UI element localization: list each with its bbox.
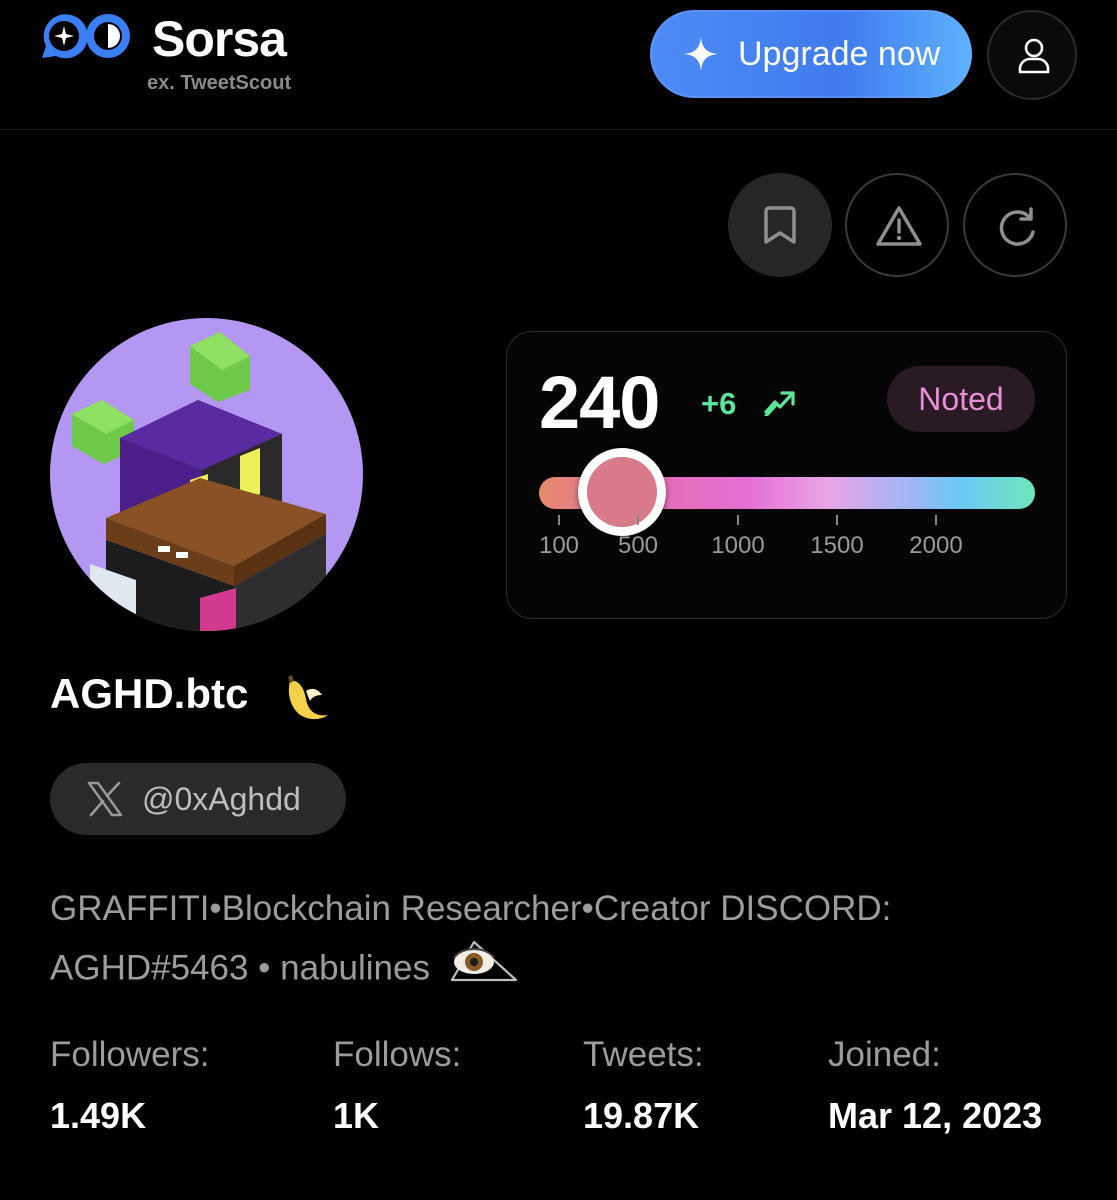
upgrade-button-label: Upgrade now [738,35,941,73]
slider-tick [836,515,838,525]
slider-tick-label: 1500 [810,532,864,559]
stat-follows: Follows: 1K [333,1035,461,1137]
user-account-button[interactable] [987,10,1077,100]
slider-tick [935,515,937,525]
stat-followers: Followers: 1.49K [50,1035,209,1137]
upgrade-button[interactable]: Upgrade now [650,10,972,98]
score-value: 240 [539,361,660,444]
stat-label: Joined: [828,1035,941,1074]
stat-value: Mar 12, 2023 [828,1095,1043,1136]
banana-icon [282,671,334,728]
avatar [50,318,363,631]
twitter-handle: @0xAghdd [142,781,301,817]
profile-bio: GRAFFITI•Blockchain Researcher•Creator D… [50,880,1050,1002]
stat-label: Followers: [50,1035,210,1074]
stat-value: 1K [333,1095,380,1136]
sparkle-icon [683,36,719,72]
refresh-icon [999,207,1035,246]
report-button[interactable] [845,173,949,277]
warning-icon [876,206,922,246]
stat-value: 1.49K [50,1095,147,1136]
x-logo-icon [87,781,123,817]
slider-tick-label: 1000 [711,532,765,559]
bookmark-icon [764,206,796,244]
sorsa-logo-icon[interactable] [38,12,132,62]
bookmark-button[interactable] [728,173,832,277]
score-delta: +6 [701,386,737,421]
slider-tick [737,515,739,525]
stat-label: Follows: [333,1035,462,1074]
stat-joined: Joined: Mar 12, 2023 [828,1035,1042,1137]
brand-subtitle: ex. TweetScout [147,72,292,94]
stat-tweets: Tweets: 19.87K [583,1035,704,1137]
slider-tick-label: 2000 [909,532,963,559]
slider-tick [558,515,560,525]
stat-value: 19.87K [583,1095,700,1136]
score-card: 240 +6 Noted 100 500 1000 1500 2000 [506,331,1067,619]
slider-tick-label: 100 [538,532,580,559]
brand-name: Sorsa [152,11,287,67]
user-icon [1018,38,1050,74]
trending-up-icon [763,388,797,421]
stat-label: Tweets: [583,1035,704,1074]
refresh-button[interactable] [963,173,1067,277]
score-slider-thumb[interactable] [578,448,666,536]
status-badge: Noted [887,366,1035,432]
twitter-handle-link[interactable]: @0xAghdd [50,763,346,835]
slider-tick-label: 500 [617,532,659,559]
slider-tick [637,515,639,525]
profile-name: AGHD.btc [50,670,249,717]
eye-triangle-icon [448,938,520,1002]
top-bar: Sorsa ex. TweetScout Upgrade now [0,0,1117,130]
